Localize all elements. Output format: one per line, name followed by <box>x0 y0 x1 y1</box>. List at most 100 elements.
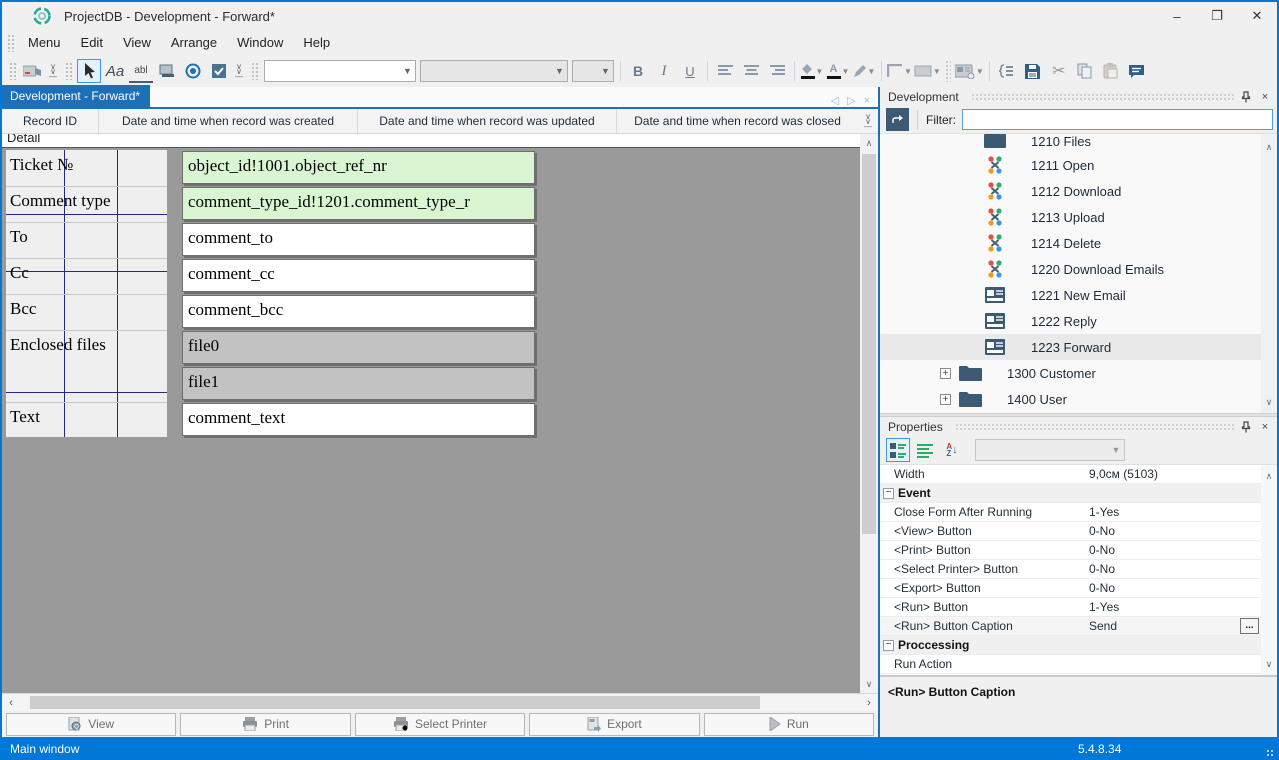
chooser-field-closed[interactable]: Date and time when record was closed <box>617 109 858 133</box>
canvas-horizontal-scrollbar[interactable]: ‹ › <box>2 693 878 711</box>
chooser-field-updated[interactable]: Date and time when record was updated <box>358 109 617 133</box>
font-size-combo[interactable]: ▼ <box>420 60 568 82</box>
radiobutton-tool[interactable] <box>181 59 205 83</box>
toolbar-grip[interactable] <box>9 62 17 80</box>
print-button[interactable]: Print <box>180 713 350 736</box>
form-field-comment-bcc[interactable]: comment_bcc <box>182 295 535 328</box>
form-field-comment-type[interactable]: comment_type_id!1201.comment_type_r <box>182 187 535 220</box>
tree-item-1223-forward[interactable]: 1223 Forward <box>880 334 1277 360</box>
property-grid-scrollbar[interactable]: ∧ ∨ <box>1261 465 1277 675</box>
menu-arrange[interactable]: Arrange <box>161 32 227 53</box>
property-row-width[interactable]: Width9,0cм (5103) <box>880 465 1277 484</box>
tree-item-1220-download-emails[interactable]: 1220 Download Emails <box>880 256 1277 282</box>
form-field-comment-text[interactable]: comment_text <box>182 403 535 436</box>
maximize-button[interactable]: ❐ <box>1197 3 1237 29</box>
label-tool[interactable]: Aa <box>103 59 127 83</box>
menu-edit[interactable]: Edit <box>71 32 113 53</box>
ellipsis-button[interactable]: ... <box>1240 618 1259 634</box>
field-list-button[interactable] <box>995 59 1019 83</box>
underline-button[interactable]: U <box>678 59 702 83</box>
tree-item-1214-delete[interactable]: 1214 Delete <box>880 230 1277 256</box>
alphabetical-view-button[interactable] <box>913 438 937 462</box>
scroll-up-icon[interactable]: ∧ <box>1261 467 1277 485</box>
font-family-combo[interactable]: ▼ <box>264 60 416 82</box>
tree-item-1400-user[interactable]: + 1400 User <box>880 386 1277 412</box>
frame-style-button[interactable]: ▼ <box>914 59 941 83</box>
scroll-down-icon[interactable]: ∨ <box>860 675 878 693</box>
property-row-select-printer-button[interactable]: <Select Printer> Button0-No <box>880 560 1277 579</box>
border-style-button[interactable]: ▼ <box>887 59 912 83</box>
view-button[interactable]: Q View <box>6 713 176 736</box>
select-printer-button[interactable]: Select Printer <box>355 713 525 736</box>
form-field-comment-to[interactable]: comment_to <box>182 223 535 256</box>
run-button[interactable]: Run <box>704 713 874 736</box>
cut-icon[interactable]: ✂ <box>1047 59 1071 83</box>
copy-icon[interactable] <box>1073 59 1097 83</box>
pin-icon[interactable] <box>1241 91 1257 103</box>
fill-color-button[interactable]: ▼ <box>800 59 824 83</box>
scroll-down-icon[interactable]: ∨ <box>1261 393 1277 411</box>
form-field-file1[interactable]: file1 <box>182 367 535 400</box>
property-category-event[interactable]: − Event <box>880 484 1277 503</box>
tab-prev-icon[interactable]: ◁ <box>831 94 839 107</box>
align-left-icon[interactable] <box>713 59 737 83</box>
property-row-run-button-caption[interactable]: <Run> Button CaptionSend ... <box>880 617 1277 636</box>
tree-item-1210-files[interactable]: 1210 Files <box>880 134 1277 152</box>
overflow-chevron-icon[interactable]: ∨∨— <box>49 64 57 79</box>
font-color-button[interactable]: A▼ <box>826 59 850 83</box>
expand-plus-icon[interactable]: + <box>940 368 951 379</box>
toolbar-grip[interactable] <box>251 62 259 80</box>
expand-plus-icon[interactable]: + <box>940 394 951 405</box>
form-field-file0[interactable]: file0 <box>182 331 535 364</box>
toolbar-grip[interactable] <box>7 34 15 52</box>
chooser-field-record-id[interactable]: Record ID <box>2 109 99 133</box>
tree-item-1221-new-email[interactable]: 1221 New Email <box>880 282 1277 308</box>
collapse-icon[interactable]: − <box>883 640 894 651</box>
button-tool[interactable] <box>155 59 179 83</box>
comment-icon[interactable] <box>1125 59 1149 83</box>
categorized-view-button[interactable] <box>886 438 910 462</box>
form-field-object-ref-nr[interactable]: object_id!1001.object_ref_nr <box>182 151 535 184</box>
scroll-up-icon[interactable]: ∧ <box>1261 138 1277 156</box>
close-button[interactable]: ✕ <box>1237 3 1277 29</box>
new-object-icon[interactable] <box>21 59 45 83</box>
export-button[interactable]: Export <box>529 713 699 736</box>
panel-close-icon[interactable]: × <box>1257 91 1273 103</box>
property-row-close-form-after-running[interactable]: Close Form After Running1-Yes <box>880 503 1277 522</box>
navigate-icon[interactable] <box>886 108 909 131</box>
form-field-comment-cc[interactable]: comment_cc <box>182 259 535 292</box>
tree-item-1213-upload[interactable]: 1213 Upload <box>880 204 1277 230</box>
menu-menu[interactable]: Menu <box>18 32 71 53</box>
field-card-button[interactable]: ▼ <box>955 59 984 83</box>
italic-button[interactable]: I <box>652 59 676 83</box>
font-extra-combo[interactable]: ▼ <box>572 60 614 82</box>
property-row-export-button[interactable]: <Export> Button0-No <box>880 579 1277 598</box>
property-row-run-button[interactable]: <Run> Button1-Yes <box>880 598 1277 617</box>
sort-az-button[interactable]: AZ↓ <box>940 438 964 462</box>
panel-close-icon[interactable]: × <box>1257 421 1273 433</box>
pen-style-button[interactable]: ▼ <box>852 59 876 83</box>
tree-scrollbar[interactable]: ∧ ∨ <box>1261 134 1277 413</box>
property-category-proccessing[interactable]: − Proccessing <box>880 636 1277 655</box>
property-row-print-button[interactable]: <Print> Button0-No <box>880 541 1277 560</box>
scroll-up-icon[interactable]: ∧ <box>860 134 878 152</box>
scroll-down-icon[interactable]: ∨ <box>1261 655 1277 673</box>
tree-item-1300-customer[interactable]: + 1300 Customer <box>880 360 1277 386</box>
property-row-view-button[interactable]: <View> Button0-No <box>880 522 1277 541</box>
scroll-left-icon[interactable]: ‹ <box>2 694 20 712</box>
toolbar-grip[interactable] <box>65 62 73 80</box>
checkbox-tool[interactable] <box>207 59 231 83</box>
tree-item-1222-reply[interactable]: 1222 Reply <box>880 308 1277 334</box>
tab-close-icon[interactable]: × <box>864 95 870 107</box>
chooser-overflow-icon[interactable]: ∨∨— <box>858 109 878 133</box>
menu-view[interactable]: View <box>113 32 161 53</box>
overflow-chevron-icon[interactable]: ∨∨— <box>235 64 243 79</box>
align-center-icon[interactable] <box>739 59 763 83</box>
properties-object-combo[interactable]: ▼ <box>975 439 1125 461</box>
paste-icon[interactable] <box>1099 59 1123 83</box>
select-cursor-tool[interactable] <box>77 59 101 83</box>
save-icon[interactable] <box>1021 59 1045 83</box>
menu-help[interactable]: Help <box>293 32 340 53</box>
scroll-right-icon[interactable]: › <box>860 694 878 712</box>
pin-icon[interactable] <box>1241 421 1257 433</box>
